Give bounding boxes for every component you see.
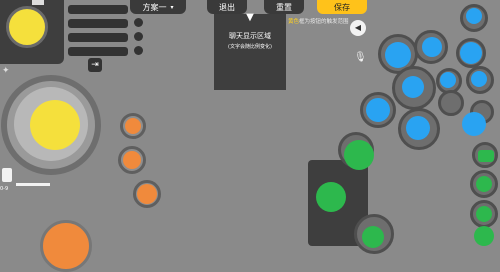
blue-skill-button[interactable] (385, 42, 411, 68)
green-skill-button[interactable] (344, 140, 374, 170)
device-icon[interactable] (2, 168, 12, 182)
scheme-label: 方案一 (142, 2, 167, 12)
triangle-down-icon: ▼ (246, 12, 254, 23)
green-skill-button[interactable] (474, 226, 494, 246)
exit-icon[interactable]: ⇥ (88, 58, 102, 72)
green-skill-button[interactable] (478, 150, 494, 162)
blue-skill-button[interactable] (366, 98, 390, 122)
green-skill-button[interactable] (476, 176, 492, 192)
blue-skill-button[interactable] (466, 8, 482, 24)
green-skill-button[interactable] (476, 206, 492, 222)
list-dot (134, 32, 143, 41)
size-slider[interactable] (16, 183, 50, 186)
yellow-action-button[interactable] (6, 6, 48, 48)
blue-skill-button[interactable] (406, 116, 430, 140)
list-bar (68, 19, 128, 28)
orange-skill-button[interactable] (137, 184, 157, 204)
blue-skill-button[interactable] (402, 76, 424, 98)
green-attack-button[interactable] (316, 182, 346, 212)
exit-label: 退出 (219, 2, 235, 12)
orange-large-button[interactable] (40, 220, 92, 272)
save-button[interactable]: 保存 (317, 0, 367, 14)
running-man-icon[interactable]: ✦ (2, 66, 12, 76)
chevron-down-icon: ▾ (170, 3, 174, 11)
speaker-icon[interactable]: ◀ (350, 20, 366, 36)
mic-icon[interactable]: 🎙 (354, 52, 367, 64)
chat-area-subtitle: (文字会随比例变化) (228, 44, 272, 50)
hint-highlight: 黄色 (288, 19, 300, 25)
green-skill-button[interactable] (362, 226, 384, 248)
chat-display-area[interactable]: ▼ 聊天显示区域 (文字会随比例变化) (214, 12, 286, 90)
list-dot (134, 18, 143, 27)
hint-body: 框为按钮的触发范围 (299, 19, 349, 25)
slider-label: 0-9 (0, 186, 9, 192)
layout-editor-canvas: { "toolbar": { "scheme_label": "方案一", "e… (0, 0, 500, 272)
joystick-knob[interactable] (30, 100, 80, 150)
blue-skill-button[interactable] (462, 112, 486, 136)
blue-skill-button[interactable] (422, 37, 442, 57)
blue-skill-button[interactable] (460, 42, 482, 64)
list-bar (68, 5, 128, 14)
hint-text: 黄色框为按钮的触发范围 (288, 17, 349, 25)
close-icon[interactable] (32, 0, 44, 5)
list-bar (68, 47, 128, 56)
orange-skill-button[interactable] (125, 118, 141, 134)
scheme-dropdown[interactable]: 方案一 ▾ (130, 0, 186, 14)
blue-button-ring[interactable] (438, 90, 464, 116)
blue-skill-button[interactable] (471, 71, 487, 87)
reset-label: 重置 (276, 2, 292, 12)
list-bar (68, 33, 128, 42)
blue-skill-button[interactable] (440, 72, 456, 88)
list-dot (134, 46, 143, 55)
save-label: 保存 (334, 2, 350, 12)
orange-skill-button[interactable] (123, 151, 141, 169)
chat-area-title: 聊天显示区域 (229, 32, 271, 40)
